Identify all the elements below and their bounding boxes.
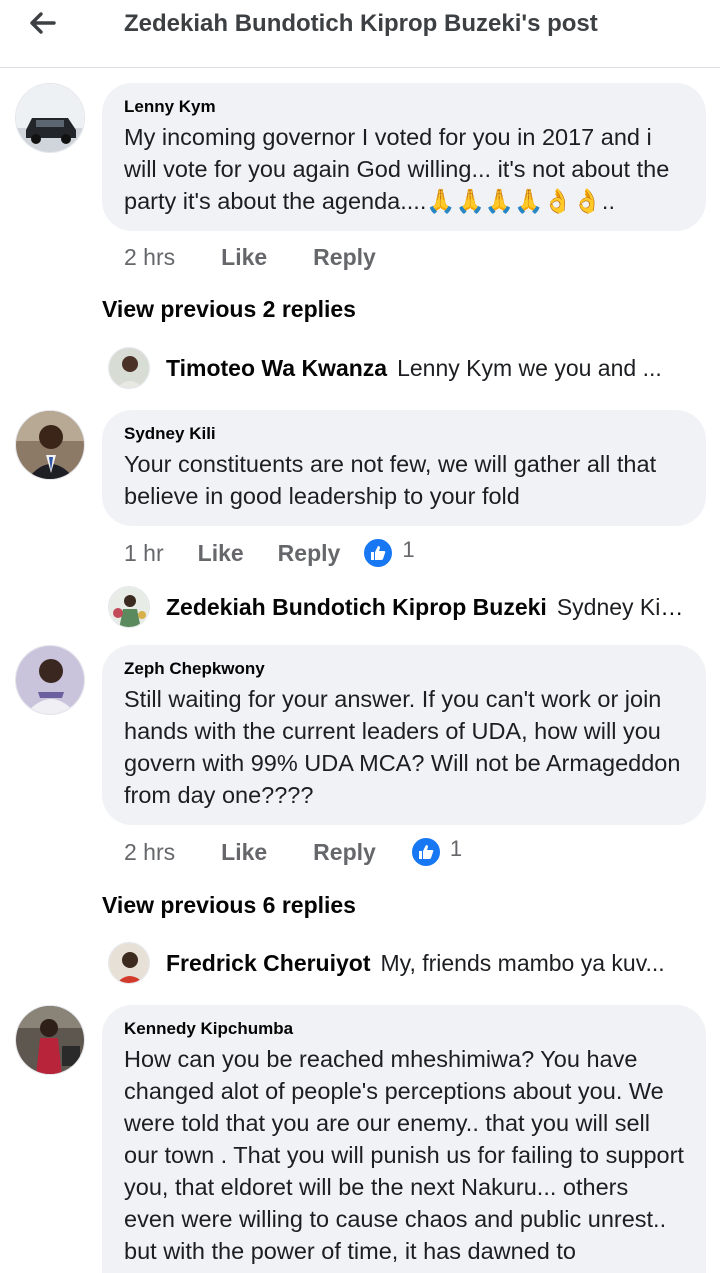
avatar-image xyxy=(16,411,84,479)
comment-text: How can you be reached mheshimiwa? You h… xyxy=(124,1046,684,1264)
reaction-count: 1 xyxy=(449,836,463,861)
avatar-sydney-kili[interactable] xyxy=(15,410,85,480)
view-previous-replies-link[interactable]: View previous 2 replies xyxy=(102,296,356,323)
like-button[interactable]: Like xyxy=(198,540,244,567)
thumbs-up-icon xyxy=(362,537,395,569)
avatar-image xyxy=(109,348,149,388)
avatar-lenny-kym[interactable] xyxy=(15,83,85,153)
reply-author[interactable]: Zedekiah Bundotich Kiprop Buzeki xyxy=(166,594,547,620)
comment-author[interactable]: Lenny Kym xyxy=(124,97,684,117)
arrow-left-icon[interactable] xyxy=(28,11,56,35)
avatar-kennedy-kipchumba[interactable] xyxy=(15,1005,85,1075)
comment-time[interactable]: 2 hrs xyxy=(124,244,175,271)
view-previous-replies-link[interactable]: View previous 6 replies xyxy=(102,892,356,919)
comment-actions: 2 hrs Like Reply 1 xyxy=(124,835,462,869)
avatar-zedekiah[interactable] xyxy=(108,586,150,628)
reply-author[interactable]: Fredrick Cheruiyot xyxy=(166,950,371,976)
comment-bubble[interactable]: Zeph Chepkwony Still waiting for your an… xyxy=(102,645,706,825)
reply-snippet: Lenny Kym we you and ... xyxy=(397,354,662,381)
reply-summary: Timoteo Wa Kwanza Lenny Kym we you and ..… xyxy=(166,355,688,382)
comment-text: Your constituents are not few, we will g… xyxy=(124,451,657,509)
comment-bubble[interactable]: Sydney Kili Your constituents are not fe… xyxy=(102,410,706,526)
reply-preview[interactable]: Zedekiah Bundotich Kiprop Buzeki Sydney K… xyxy=(108,585,688,629)
comment-bubble[interactable]: Lenny Kym My incoming governor I voted f… xyxy=(102,83,706,231)
like-button[interactable]: Like xyxy=(221,839,267,866)
reply-button[interactable]: Reply xyxy=(313,244,376,271)
avatar-fredrick[interactable] xyxy=(108,942,150,984)
reply-summary: Fredrick Cheruiyot My, friends mambo ya k… xyxy=(166,950,688,977)
reply-button[interactable]: Reply xyxy=(278,540,341,567)
avatar-image xyxy=(109,943,149,983)
comment-time[interactable]: 1 hr xyxy=(124,540,164,567)
comment-text: Still waiting for your answer. If you ca… xyxy=(124,686,681,808)
avatar-image xyxy=(16,1006,84,1074)
comment-author[interactable]: Kennedy Kipchumba xyxy=(124,1019,684,1039)
comment-time[interactable]: 2 hrs xyxy=(124,839,175,866)
reply-snippet: Sydney Kili... xyxy=(556,593,688,620)
top-bar: Zedekiah Bundotich Kiprop Buzeki's post xyxy=(0,0,720,68)
comment-actions: 2 hrs Like Reply xyxy=(124,240,422,274)
reply-preview[interactable]: Timoteo Wa Kwanza Lenny Kym we you and ..… xyxy=(108,346,688,390)
reply-preview[interactable]: Fredrick Cheruiyot My, friends mambo ya k… xyxy=(108,941,688,985)
comment-actions: 1 hr Like Reply 1 xyxy=(124,536,415,570)
comment-text: My incoming governor I voted for you in … xyxy=(124,124,670,214)
reply-button[interactable]: Reply xyxy=(313,839,376,866)
thumbs-up-icon xyxy=(409,836,442,868)
avatar-image xyxy=(16,646,84,714)
like-button[interactable]: Like xyxy=(221,244,267,271)
comment-author[interactable]: Sydney Kili xyxy=(124,424,684,444)
reply-snippet: My, friends mambo ya kuv... xyxy=(380,949,665,976)
comment-bubble[interactable]: Kennedy Kipchumba How can you be reached… xyxy=(102,1005,706,1273)
avatar-image xyxy=(109,587,149,627)
page-title: Zedekiah Bundotich Kiprop Buzeki's post xyxy=(124,10,598,37)
reply-author[interactable]: Timoteo Wa Kwanza xyxy=(166,355,387,381)
reaction-summary[interactable]: 1 xyxy=(362,537,415,569)
comment-author[interactable]: Zeph Chepkwony xyxy=(124,659,684,679)
back-button[interactable] xyxy=(22,6,62,40)
avatar-zeph-chepkwony[interactable] xyxy=(15,645,85,715)
avatar-timoteo[interactable] xyxy=(108,347,150,389)
reply-summary: Zedekiah Bundotich Kiprop Buzeki Sydney K… xyxy=(166,594,688,621)
reaction-count: 1 xyxy=(402,537,415,562)
avatar-image xyxy=(16,84,84,152)
reaction-summary[interactable]: 1 xyxy=(409,836,463,868)
